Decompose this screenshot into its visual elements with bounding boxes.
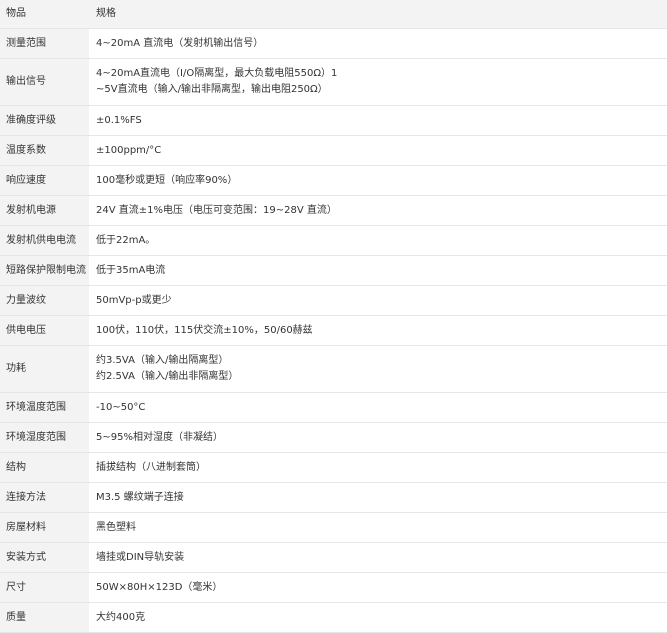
row-label: 房屋材料: [0, 512, 89, 543]
row-value: 100毫秒或更短（响应率90%）: [89, 165, 667, 196]
row-value: ±100ppm/°C: [89, 135, 667, 166]
row-label: 安装方式: [0, 542, 89, 573]
row-value: ±0.1%FS: [89, 105, 667, 136]
header-spec: 规格: [89, 0, 667, 29]
table-row: 供电电压 100伏，110伏，115伏交流±10%，50/60赫兹: [0, 315, 667, 346]
row-value: 黑色塑料: [89, 512, 667, 543]
header-item: 物品: [0, 0, 89, 29]
row-label: 功耗: [0, 345, 89, 393]
row-value: 50W×80H×123D（毫米）: [89, 572, 667, 603]
table-row: 发射机电源 24V 直流±1%电压（电压可变范围：19~28V 直流）: [0, 195, 667, 226]
table-row: 结构 插拔结构（八进制套筒）: [0, 452, 667, 483]
row-label: 响应速度: [0, 165, 89, 196]
row-label: 短路保护限制电流: [0, 255, 89, 286]
row-value: 低于22mA。: [89, 225, 667, 256]
table-row: 发射机供电电流 低于22mA。: [0, 225, 667, 256]
row-value: 5~95%相对湿度（非凝结）: [89, 422, 667, 453]
row-label: 供电电压: [0, 315, 89, 346]
table-row: 测量范围 4~20mA 直流电（发射机输出信号）: [0, 28, 667, 59]
table-row: 温度系数 ±100ppm/°C: [0, 135, 667, 166]
row-label: 发射机电源: [0, 195, 89, 226]
table-row: 尺寸 50W×80H×123D（毫米）: [0, 572, 667, 603]
row-value: -10~50°C: [89, 392, 667, 423]
table-row: 环境温度范围 -10~50°C: [0, 392, 667, 423]
row-label: 尺寸: [0, 572, 89, 603]
table-row: 响应速度 100毫秒或更短（响应率90%）: [0, 165, 667, 196]
row-value: 墙挂或DIN导轨安装: [89, 542, 667, 573]
table-row: 短路保护限制电流 低于35mA电流: [0, 255, 667, 286]
table-row: 力量波纹 50mVp-p或更少: [0, 285, 667, 316]
row-value: 约3.5VA（输入/输出隔离型） 约2.5VA（输入/输出非隔离型）: [89, 345, 667, 393]
row-value: 50mVp-p或更少: [89, 285, 667, 316]
table-row: 质量 大约400克: [0, 602, 667, 633]
row-value: 4~20mA 直流电（发射机输出信号）: [89, 28, 667, 59]
row-label: 环境温度范围: [0, 392, 89, 423]
row-label: 输出信号: [0, 58, 89, 106]
table-row: 安装方式 墙挂或DIN导轨安装: [0, 542, 667, 573]
row-value: 大约400克: [89, 602, 667, 633]
table-header-row: 物品 规格: [0, 0, 667, 29]
row-label: 力量波纹: [0, 285, 89, 316]
row-label: 连接方法: [0, 482, 89, 513]
row-value: 100伏，110伏，115伏交流±10%，50/60赫兹: [89, 315, 667, 346]
row-label: 测量范围: [0, 28, 89, 59]
row-value: 插拔结构（八进制套筒）: [89, 452, 667, 483]
table-row: 环境湿度范围 5~95%相对湿度（非凝结）: [0, 422, 667, 453]
row-label: 发射机供电电流: [0, 225, 89, 256]
spec-table: 物品 规格 测量范围 4~20mA 直流电（发射机输出信号） 输出信号 4~20…: [0, 0, 667, 633]
row-value: M3.5 螺纹端子连接: [89, 482, 667, 513]
row-label: 环境湿度范围: [0, 422, 89, 453]
row-label: 结构: [0, 452, 89, 483]
row-value: 4~20mA直流电（I/O隔离型，最大负载电阻550Ω）1 ~5V直流电（输入/…: [89, 58, 667, 106]
row-label: 准确度评级: [0, 105, 89, 136]
row-value: 24V 直流±1%电压（电压可变范围：19~28V 直流）: [89, 195, 667, 226]
table-row: 连接方法 M3.5 螺纹端子连接: [0, 482, 667, 513]
table-row: 房屋材料 黑色塑料: [0, 512, 667, 543]
table-row: 输出信号 4~20mA直流电（I/O隔离型，最大负载电阻550Ω）1 ~5V直流…: [0, 58, 667, 106]
row-label: 温度系数: [0, 135, 89, 166]
table-row: 功耗 约3.5VA（输入/输出隔离型） 约2.5VA（输入/输出非隔离型）: [0, 345, 667, 393]
row-label: 质量: [0, 602, 89, 633]
row-value: 低于35mA电流: [89, 255, 667, 286]
table-row: 准确度评级 ±0.1%FS: [0, 105, 667, 136]
